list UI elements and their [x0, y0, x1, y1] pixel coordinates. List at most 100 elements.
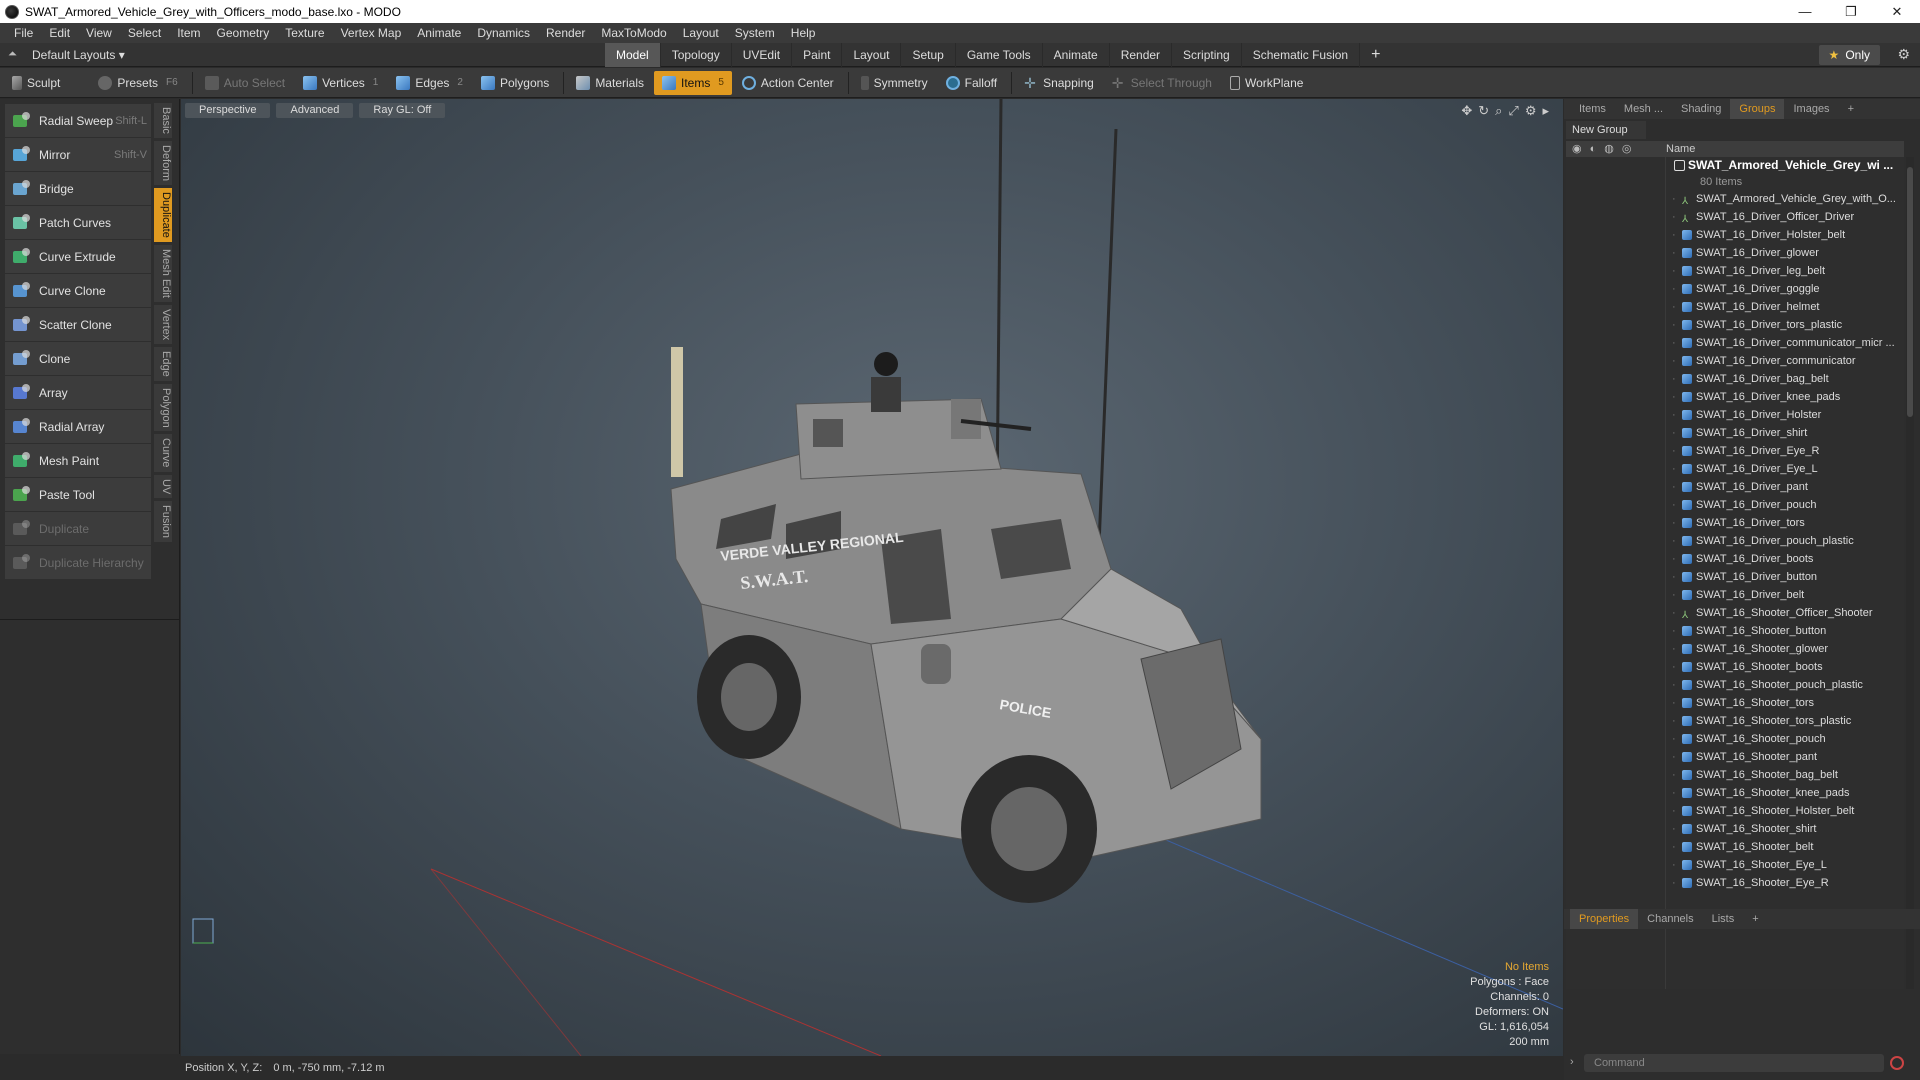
gear-icon[interactable]: ⚙ [1897, 46, 1910, 63]
menu-maxtomodo[interactable]: MaxToModo [593, 26, 674, 40]
tab-game-tools[interactable]: Game Tools [956, 43, 1043, 67]
list-item[interactable]: · SWAT_16_Driver_Holster_belt [1666, 226, 1904, 244]
command-input[interactable]: Command [1584, 1054, 1884, 1072]
group-row[interactable]: SWAT_Armored_Vehicle_Grey_wi ... [1666, 157, 1904, 174]
tab-animate[interactable]: Animate [1043, 43, 1110, 67]
3d-viewport[interactable]: Perspective Advanced Ray GL: Off ✥ ↻ ⌕ ⤢ ⚙ ▸ [181, 99, 1563, 1056]
tool-paste-tool[interactable]: Paste Tool [5, 478, 151, 511]
tool-mirror[interactable]: Mirror Shift-V [5, 138, 151, 171]
tab-topology[interactable]: Topology [661, 43, 732, 67]
falloff-button[interactable]: Falloff [938, 71, 1005, 95]
select-through-button[interactable]: ✛ Select Through [1104, 71, 1220, 95]
list-item[interactable]: · SWAT_16_Driver_knee_pads [1666, 388, 1904, 406]
tool-bridge[interactable]: Bridge [5, 172, 151, 205]
list-item[interactable]: · SWAT_16_Driver_Eye_L [1666, 460, 1904, 478]
menu-animate[interactable]: Animate [409, 26, 469, 40]
list-item[interactable]: · SWAT_16_Shooter_boots [1666, 658, 1904, 676]
menu-layout[interactable]: Layout [675, 26, 727, 40]
rtab-mesh[interactable]: Mesh ... [1615, 99, 1672, 119]
tab-schematic-fusion[interactable]: Schematic Fusion [1242, 43, 1361, 67]
fit-view-icon[interactable]: ⤢ [1508, 103, 1518, 119]
snapping-button[interactable]: ✛ Snapping [1016, 71, 1102, 95]
list-item[interactable]: · SWAT_16_Driver_bag_belt [1666, 370, 1904, 388]
tool-radial-array[interactable]: Radial Array [5, 410, 151, 443]
rotate-view-icon[interactable]: ↻ [1478, 103, 1489, 119]
view-type-button[interactable]: Perspective [185, 103, 271, 118]
only-button[interactable]: ★ Only [1818, 45, 1880, 65]
tab-uvedit[interactable]: UVEdit [732, 43, 793, 67]
list-item[interactable]: · SWAT_16_Driver_pouch_plastic [1666, 532, 1904, 550]
command-history-icon[interactable] [1890, 1056, 1904, 1070]
list-item[interactable]: · SWAT_16_Driver_Eye_R [1666, 442, 1904, 460]
tool-radial-sweep[interactable]: Radial Sweep Shift-L [5, 104, 151, 137]
sidetab-uv[interactable]: UV [154, 474, 172, 499]
auto-select-button[interactable]: Auto Select [197, 71, 293, 95]
menu-select[interactable]: Select [120, 26, 169, 40]
close-button[interactable]: ✕ [1874, 0, 1920, 23]
list-item[interactable]: · SWAT_16_Shooter_pouch_plastic [1666, 676, 1904, 694]
scrollbar-thumb[interactable] [1907, 167, 1913, 417]
list-item[interactable]: · SWAT_16_Shooter_knee_pads [1666, 784, 1904, 802]
list-item[interactable]: · ⅄ SWAT_16_Driver_Officer_Driver [1666, 208, 1904, 226]
list-item[interactable]: · SWAT_16_Driver_button [1666, 568, 1904, 586]
tool-curve-extrude[interactable]: Curve Extrude [5, 240, 151, 273]
list-item[interactable]: · SWAT_16_Shooter_Holster_belt [1666, 802, 1904, 820]
list-item[interactable]: · SWAT_16_Shooter_pouch [1666, 730, 1904, 748]
edges-button[interactable]: Edges 2 [388, 71, 471, 95]
list-item[interactable]: · ⅄ SWAT_16_Shooter_Officer_Shooter [1666, 604, 1904, 622]
list-item[interactable]: · SWAT_16_Shooter_tors_plastic [1666, 712, 1904, 730]
expand-arrow-icon[interactable]: ▸ [1542, 103, 1549, 119]
sidetab-duplicate[interactable]: Duplicate [154, 187, 172, 242]
list-item[interactable]: · SWAT_16_Driver_belt [1666, 586, 1904, 604]
select-icon[interactable]: ◎ [1622, 141, 1632, 157]
list-scrollbar[interactable] [1906, 157, 1914, 989]
sidetab-polygon[interactable]: Polygon [154, 383, 172, 432]
list-item[interactable]: · SWAT_16_Shooter_button [1666, 622, 1904, 640]
tool-mesh-paint[interactable]: Mesh Paint [5, 444, 151, 477]
polygons-button[interactable]: Polygons [473, 71, 557, 95]
vertices-button[interactable]: Vertices 1 [295, 71, 386, 95]
shading-mode-button[interactable]: Advanced [276, 103, 354, 118]
rtab-items[interactable]: Items [1570, 99, 1615, 119]
sidetab-basic[interactable]: Basic [154, 103, 172, 138]
sidetab-fusion[interactable]: Fusion [154, 501, 172, 543]
list-item[interactable]: · SWAT_16_Driver_goggle [1666, 280, 1904, 298]
rtab-item[interactable]: + [1839, 99, 1863, 119]
render-icon[interactable]: ◐ [1590, 141, 1597, 157]
list-item[interactable]: · SWAT_16_Driver_leg_belt [1666, 262, 1904, 280]
tool-scatter-clone[interactable]: Scatter Clone [5, 308, 151, 341]
menu-file[interactable]: File [6, 26, 41, 40]
list-item[interactable]: · SWAT_16_Driver_shirt [1666, 424, 1904, 442]
move-view-icon[interactable]: ✥ [1461, 103, 1472, 119]
list-item[interactable]: · SWAT_16_Shooter_tors [1666, 694, 1904, 712]
list-item[interactable]: · SWAT_16_Shooter_shirt [1666, 820, 1904, 838]
ptab-lists[interactable]: Lists [1703, 909, 1744, 929]
list-item[interactable]: · SWAT_16_Driver_pant [1666, 478, 1904, 496]
list-item[interactable]: · SWAT_16_Driver_tors_plastic [1666, 316, 1904, 334]
tool-patch-curves[interactable]: Patch Curves [5, 206, 151, 239]
layout-toggle-icon[interactable]: ⏶ [8, 48, 22, 61]
tab-setup[interactable]: Setup [901, 43, 956, 67]
rtab-groups[interactable]: Groups [1730, 99, 1785, 119]
menu-texture[interactable]: Texture [277, 26, 332, 40]
tab-layout[interactable]: Layout [842, 43, 902, 67]
layout-selector[interactable]: Default Layouts ▾ [32, 48, 125, 62]
raygl-button[interactable]: Ray GL: Off [359, 103, 446, 118]
tab-paint[interactable]: Paint [792, 43, 843, 67]
sidetab-edge[interactable]: Edge [154, 346, 172, 381]
menu-view[interactable]: View [78, 26, 120, 40]
list-item[interactable]: · SWAT_16_Driver_pouch [1666, 496, 1904, 514]
maximize-button[interactable]: ❐ [1828, 0, 1874, 23]
zoom-view-icon[interactable]: ⌕ [1495, 103, 1502, 119]
tool-duplicate-hierarchy[interactable]: Duplicate Hierarchy [5, 546, 151, 579]
menu-geometry[interactable]: Geometry [209, 26, 278, 40]
list-item[interactable]: · SWAT_16_Driver_tors [1666, 514, 1904, 532]
list-item[interactable]: · SWAT_16_Driver_communicator [1666, 352, 1904, 370]
menu-help[interactable]: Help [783, 26, 824, 40]
menu-render[interactable]: Render [538, 26, 593, 40]
list-item[interactable]: · SWAT_16_Shooter_Eye_R [1666, 874, 1904, 892]
rtab-shading[interactable]: Shading [1672, 99, 1730, 119]
minimize-button[interactable]: — [1782, 0, 1828, 23]
list-item[interactable]: · SWAT_16_Shooter_glower [1666, 640, 1904, 658]
ptab-item[interactable]: + [1743, 909, 1767, 929]
